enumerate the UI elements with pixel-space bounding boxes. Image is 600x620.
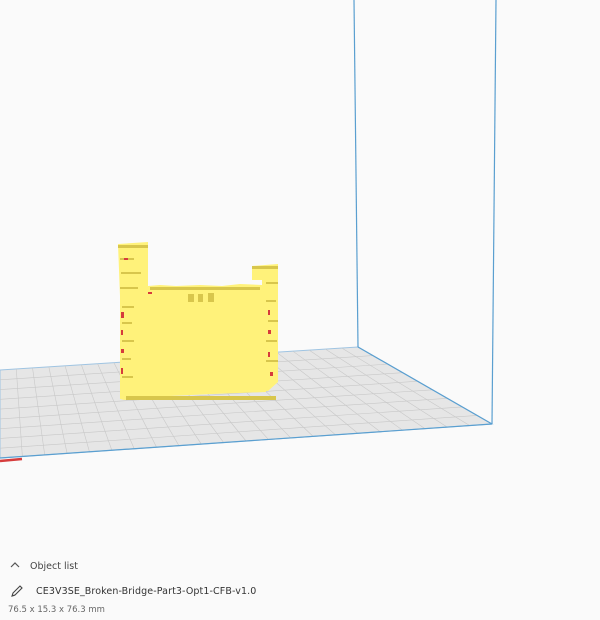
chevron-up-icon	[10, 561, 24, 572]
object-name: CE3V3SE_Broken-Bridge-Part3-Opt1-CFB-v1.…	[36, 585, 257, 597]
object-dimensions: 76.5 x 15.3 x 76.3 mm	[8, 605, 105, 615]
axis-origin-marker	[0, 457, 23, 463]
model-broken-bridge[interactable]	[118, 242, 278, 400]
object-list-panel: Object list CE3V3SE_Broken-Bridge-Part3-…	[0, 550, 600, 620]
object-list-toggle[interactable]: Object list	[10, 558, 78, 574]
build-volume-scene[interactable]	[0, 0, 600, 620]
3d-viewport[interactable]: Object list CE3V3SE_Broken-Bridge-Part3-…	[0, 0, 600, 620]
object-list-item[interactable]: CE3V3SE_Broken-Bridge-Part3-Opt1-CFB-v1.…	[10, 583, 256, 599]
object-list-label: Object list	[30, 560, 78, 572]
pencil-icon[interactable]	[10, 584, 24, 598]
